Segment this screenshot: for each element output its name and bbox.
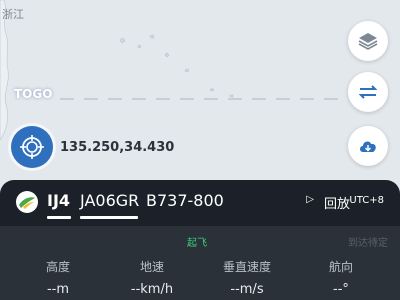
heading-label: 航向 bbox=[328, 260, 353, 274]
status-departed: 起飞 bbox=[187, 238, 207, 249]
airline-logo bbox=[16, 191, 38, 213]
region-label: 浙江 bbox=[2, 8, 24, 21]
waypoint-label: TOGO bbox=[14, 87, 53, 101]
timezone-label[interactable]: UTC+8 bbox=[349, 195, 384, 206]
altitude-value: --m bbox=[46, 282, 70, 297]
layers-button[interactable] bbox=[348, 21, 388, 61]
layers-icon bbox=[358, 33, 378, 50]
registration-underline bbox=[80, 216, 138, 219]
flight-number[interactable]: IJ4 bbox=[47, 191, 70, 210]
crosshair-target-icon bbox=[20, 135, 44, 159]
flight-header: IJ4 JA06GR B737-800 ▷ 回放 UTC+8 bbox=[0, 180, 400, 226]
heading-value: --° bbox=[333, 282, 349, 297]
registration[interactable]: JA06GR bbox=[80, 191, 139, 210]
swap-arrows-icon bbox=[358, 85, 378, 99]
aircraft-type: B737-800 bbox=[146, 191, 224, 210]
altitude-label: 高度 bbox=[45, 260, 70, 274]
swap-button[interactable] bbox=[348, 72, 388, 112]
islands bbox=[119, 34, 234, 98]
cloud-download-icon bbox=[360, 141, 376, 152]
play-icon[interactable]: ▷ bbox=[306, 194, 314, 205]
ground-speed-value: --km/h bbox=[130, 282, 174, 297]
status-arrival: 到达待定 bbox=[348, 238, 388, 249]
locate-button[interactable] bbox=[11, 126, 53, 168]
ground-speed-label: 地速 bbox=[139, 260, 164, 274]
replay-button[interactable]: 回放 bbox=[324, 193, 350, 212]
flight-metrics: 起飞 到达待定 高度 地速 垂直速度 航向 --m --km/h --m/s -… bbox=[0, 226, 400, 300]
cloud-download-button[interactable] bbox=[348, 126, 388, 166]
flight-number-underline bbox=[47, 216, 71, 219]
vertical-speed-label: 垂直速度 bbox=[222, 260, 271, 274]
vertical-speed-value: --m/s bbox=[230, 282, 264, 297]
coordinate-readout: 135.250,34.430 bbox=[60, 140, 175, 155]
flight-info-panel: IJ4 JA06GR B737-800 ▷ 回放 UTC+8 起飞 到达待定 高… bbox=[0, 180, 400, 300]
